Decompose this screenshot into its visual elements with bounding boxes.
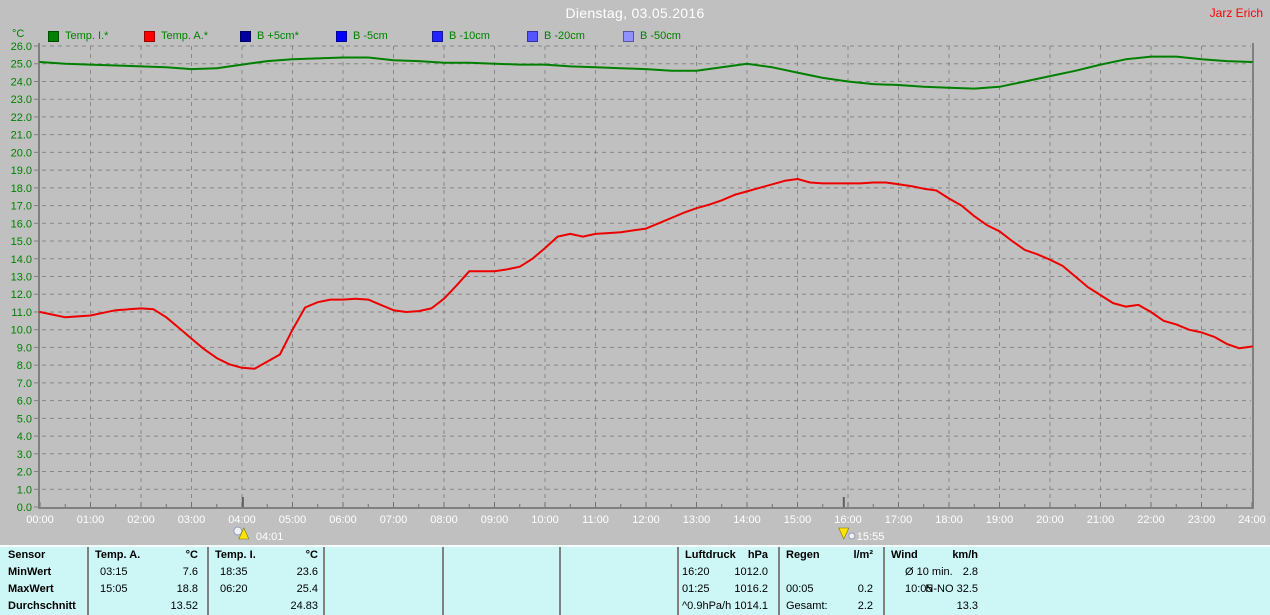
column-unit: °C (185, 549, 198, 561)
cell-value: 7.6 (182, 566, 198, 578)
cell-value: 0.2 (857, 583, 873, 595)
y-tick-label: 4.0 (17, 431, 32, 443)
table-row-label: MinWert (8, 566, 52, 578)
table-corner-label: Sensor (8, 549, 46, 561)
y-tick-label: 1.0 (17, 484, 32, 496)
y-tick-label: 14.0 (11, 254, 32, 266)
y-tick-label: 13.0 (11, 272, 32, 284)
y-tick-label: 19.0 (11, 165, 32, 177)
x-tick-label: 03:00 (178, 514, 206, 526)
x-tick-label: 18:00 (935, 514, 963, 526)
x-tick-label: 14:00 (733, 514, 761, 526)
cell-value: 1012.0 (734, 566, 768, 578)
cell-value: 2.2 (857, 600, 873, 612)
x-tick-label: 06:00 (329, 514, 357, 526)
column-separator (442, 547, 444, 615)
x-tick-label: 02:00 (127, 514, 155, 526)
x-tick-label: 17:00 (885, 514, 913, 526)
column-unit: °C (305, 549, 318, 561)
y-tick-label: 3.0 (17, 449, 32, 461)
x-tick-label: 20:00 (1036, 514, 1064, 526)
y-tick-label: 7.0 (17, 378, 32, 390)
y-tick-label: 18.0 (11, 183, 32, 195)
y-tick-label: 8.0 (17, 360, 32, 372)
y-tick-label: 0.0 (17, 502, 32, 514)
x-tick-label: 23:00 (1188, 514, 1216, 526)
cell-value: 2.8 (962, 566, 978, 578)
y-tick-label: 17.0 (11, 201, 32, 213)
marker-time-label: 04:01 (256, 531, 284, 543)
y-tick-label: 23.0 (11, 94, 32, 106)
x-tick-label: 16:00 (834, 514, 862, 526)
y-tick-label: 11.0 (11, 307, 32, 319)
column-separator (559, 547, 561, 615)
x-tick-label: 05:00 (279, 514, 307, 526)
cell-value: 1014.1 (734, 600, 768, 612)
cell-value: 24.83 (290, 600, 318, 612)
x-tick-label: 21:00 (1087, 514, 1115, 526)
x-tick-label: 13:00 (683, 514, 711, 526)
table-row-label: Durchschnitt (8, 600, 76, 612)
weather-app-screen: Dienstag, 03.05.2016 Jarz Erich °C Temp.… (0, 0, 1270, 615)
x-tick-label: 11:00 (582, 514, 609, 526)
y-tick-label: 6.0 (17, 396, 32, 408)
cell-value: 13.52 (170, 600, 198, 612)
y-tick-label: 24.0 (11, 76, 32, 88)
y-tick-label: 22.0 (11, 112, 32, 124)
y-tick-label: 5.0 (17, 413, 32, 425)
y-tick-label: 2.0 (17, 467, 32, 479)
cell-value: N-NO 32.5 (925, 583, 978, 595)
column-unit: hPa (747, 549, 768, 561)
y-tick-label: 26.0 (11, 41, 32, 53)
cell-value: 13.3 (956, 600, 978, 612)
x-tick-label: 12:00 (632, 514, 660, 526)
x-tick-label: 19:00 (986, 514, 1014, 526)
y-tick-label: 25.0 (11, 59, 32, 71)
cell-value: 1016.2 (734, 583, 768, 595)
column-separator (323, 547, 325, 615)
marker-time-label: 15:55 (857, 531, 885, 543)
column-unit: l/m² (853, 549, 873, 561)
column-unit: km/h (952, 549, 978, 561)
y-tick-label: 15.0 (11, 236, 32, 248)
x-tick-label: 15:00 (784, 514, 812, 526)
x-tick-label: 10:00 (531, 514, 559, 526)
cell-value: 23.6 (296, 566, 318, 578)
x-tick-label: 08:00 (430, 514, 458, 526)
table-row-label: MaxWert (8, 583, 54, 595)
x-tick-label: 07:00 (380, 514, 408, 526)
x-tick-label: 00:00 (26, 514, 54, 526)
x-tick-label: 01:00 (77, 514, 105, 526)
y-tick-label: 16.0 (11, 218, 32, 230)
cell-value: 25.4 (296, 583, 318, 595)
chart-svg: 26.0 25.0 24.0 23.0 22.0 21.0 20.0 19.0 18.0 17.0… (11, 41, 1266, 543)
y-tick-label: 10.0 (11, 325, 32, 337)
x-tick-label: 09:00 (481, 514, 509, 526)
y-tick-label: 9.0 (17, 342, 32, 354)
arrow-down-icon (838, 527, 850, 540)
x-tick-label: 22:00 (1137, 514, 1165, 526)
sun-down-icon (848, 532, 856, 540)
y-tick-label: 21.0 (11, 130, 32, 142)
y-tick-label: 20.0 (11, 147, 32, 159)
cell-value: 18.8 (176, 583, 198, 595)
x-tick-label: 04:00 (228, 514, 256, 526)
stats-table: Sensor MinWert MaxWert Durchschnitt Temp. A.… (0, 545, 1270, 615)
x-tick-label: 24:00 (1238, 514, 1266, 526)
y-tick-label: 12.0 (11, 289, 32, 301)
sun-up-icon (233, 526, 243, 536)
